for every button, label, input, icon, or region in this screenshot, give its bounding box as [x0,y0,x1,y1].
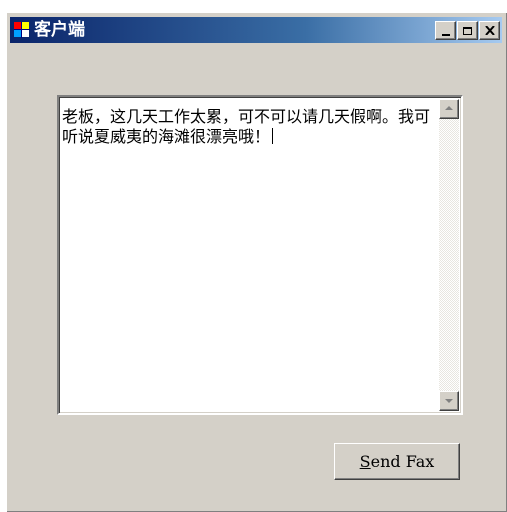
close-icon [484,26,495,35]
scroll-down-button[interactable] [439,391,459,411]
arrow-down-icon [445,399,453,403]
minimize-button[interactable] [435,21,456,40]
message-textarea[interactable]: 老板，这几天工作太累，可不可以请几天假啊。我可听说夏威夷的海滩很漂亮哦！ [57,95,463,415]
send-fax-label: end Fax [370,452,435,471]
send-fax-button[interactable]: Send Fax [334,443,460,480]
maximize-icon [463,26,472,35]
send-fax-mnemonic: S [359,452,371,471]
window-title: 客户端 [34,20,85,40]
text-caret [272,128,274,144]
minimize-icon [441,33,450,36]
maximize-button[interactable] [457,21,478,40]
vertical-scrollbar[interactable] [439,99,459,411]
title-bar[interactable]: 客户端 [10,17,502,43]
scroll-up-button[interactable] [439,99,459,119]
message-text: 老板，这几天工作太累，可不可以请几天假啊。我可听说夏威夷的海滩很漂亮哦！ [62,107,431,146]
app-icon [14,22,30,38]
app-window: 客户端 老板，这几天工作太累，可不可以请几天假啊。我可听说夏威夷的海滩很漂亮哦！… [6,12,507,512]
close-button[interactable] [479,21,500,40]
arrow-up-icon [445,106,453,110]
